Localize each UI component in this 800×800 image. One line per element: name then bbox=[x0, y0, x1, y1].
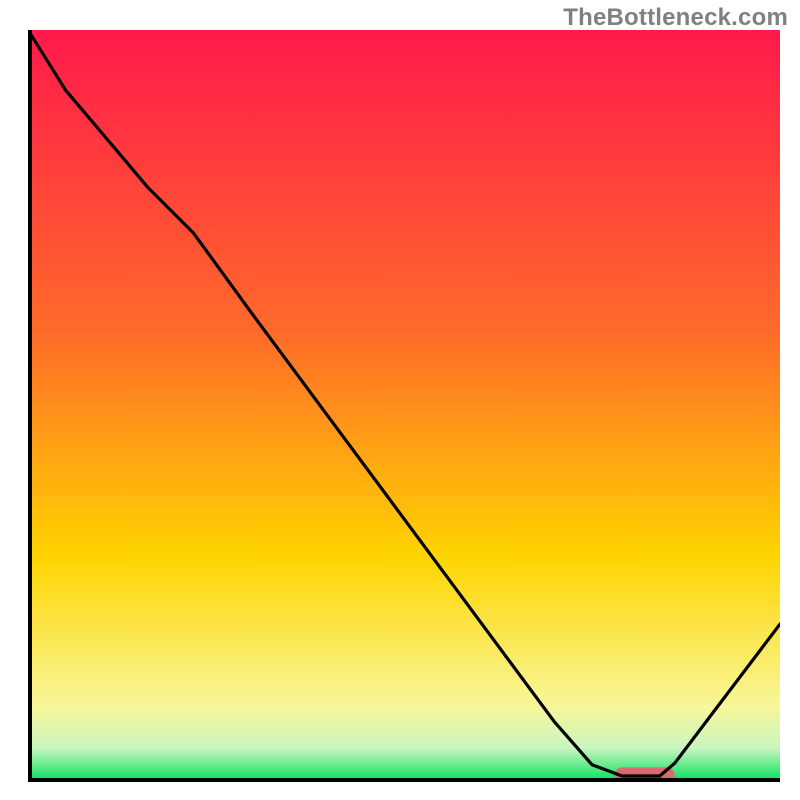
gradient-background bbox=[28, 30, 780, 782]
plot-area bbox=[28, 30, 780, 782]
watermark-text: TheBottleneck.com bbox=[563, 4, 788, 32]
chart-container: TheBottleneck.com bbox=[0, 0, 800, 800]
chart-svg bbox=[28, 30, 780, 782]
